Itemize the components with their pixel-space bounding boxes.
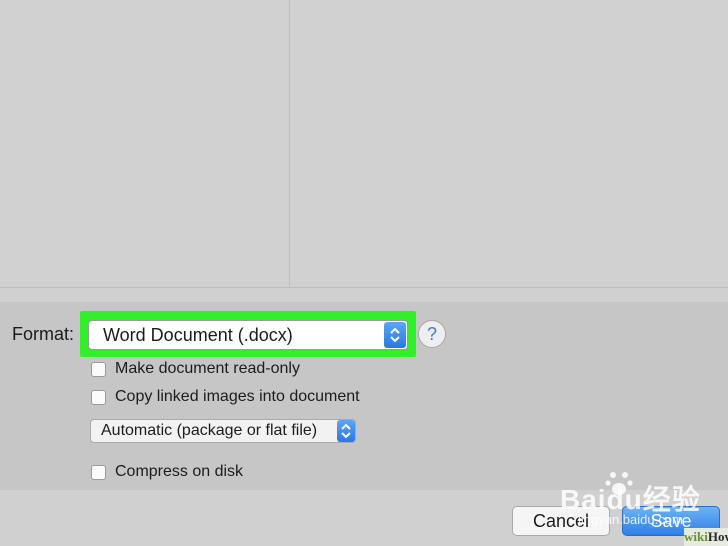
- copy-images-label: Copy linked images into document: [115, 388, 360, 405]
- read-only-checkbox[interactable]: [91, 362, 106, 377]
- read-only-label: Make document read-only: [115, 360, 300, 377]
- copy-images-checkbox[interactable]: [91, 390, 106, 405]
- format-label: Format:: [12, 324, 75, 344]
- wikihow-wiki-text: wiki: [684, 529, 708, 544]
- package-format-select[interactable]: Automatic (package or flat file): [90, 419, 356, 443]
- baidu-url-watermark: jingyan.baidu.com: [578, 512, 683, 527]
- compress-checkbox[interactable]: [91, 465, 106, 480]
- wikihow-how-text: How: [707, 529, 728, 544]
- paw-icon: [604, 468, 634, 503]
- column-divider[interactable]: [289, 0, 290, 288]
- file-browser-pane: [0, 0, 728, 290]
- compress-label: Compress on disk: [115, 463, 244, 480]
- format-select-value: Word Document (.docx): [103, 325, 293, 345]
- updown-chevron-icon: [337, 420, 355, 442]
- help-button[interactable]: ?: [418, 320, 446, 348]
- updown-chevron-icon: [384, 322, 406, 348]
- package-format-value: Automatic (package or flat file): [101, 422, 318, 439]
- question-icon: ?: [426, 324, 437, 344]
- pane-bottom-border: [0, 287, 728, 288]
- format-select[interactable]: Word Document (.docx): [88, 320, 408, 350]
- wikihow-logo: wikiHow: [684, 528, 728, 546]
